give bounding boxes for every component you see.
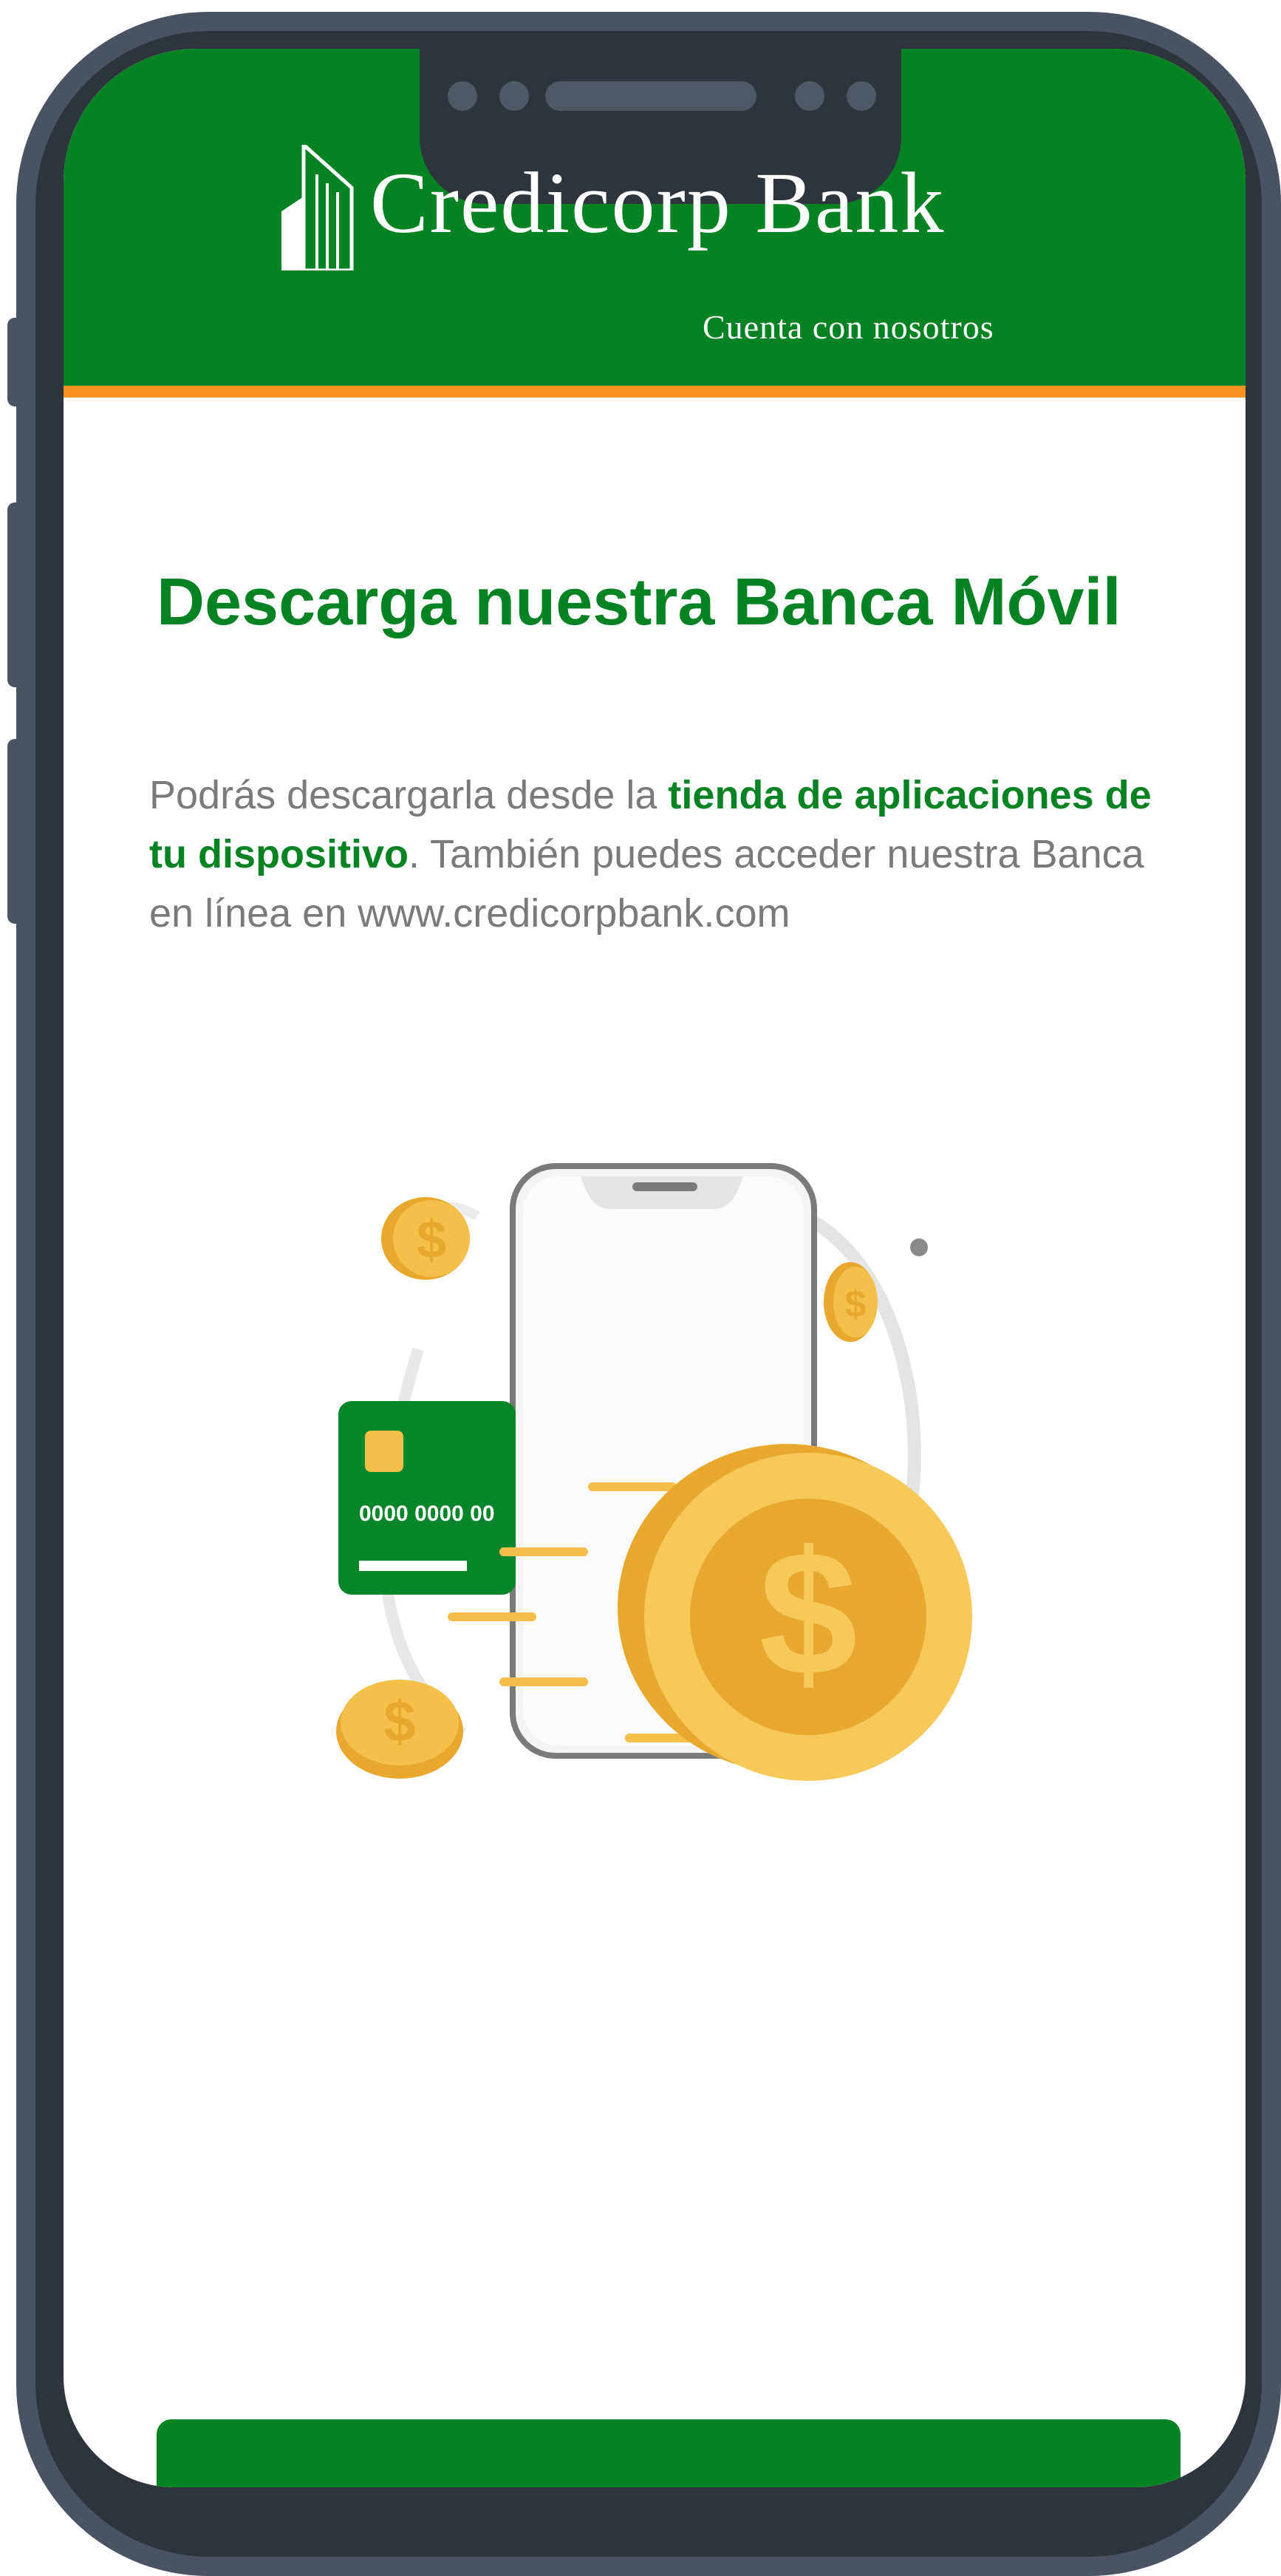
notch-sensor-dot bbox=[448, 81, 477, 111]
phone-volume-down-button bbox=[7, 739, 24, 924]
svg-text:$: $ bbox=[845, 1283, 867, 1326]
page-title: Descarga nuestra Banca Móvil bbox=[157, 565, 1121, 639]
phone-coins-card-illustration: 0000 0000 00 $ $ $ $ bbox=[336, 1163, 972, 1781]
brand-tagline: Cuenta con nosotros bbox=[703, 308, 994, 346]
phone-volume-up-button bbox=[7, 502, 24, 687]
building-icon bbox=[281, 145, 354, 270]
brand-name: Credicorp Bank bbox=[370, 154, 946, 251]
notch-camera-dot bbox=[847, 81, 876, 111]
brand-logo: Credicorp Bank Cuenta con nosotros bbox=[281, 145, 1094, 346]
finish-button[interactable]: Finalizar bbox=[157, 2419, 1181, 2487]
notch-camera-dot bbox=[795, 81, 824, 111]
notch-sensor-dot bbox=[499, 81, 529, 111]
card-number: 0000 0000 00 bbox=[359, 1502, 495, 1526]
header-accent-stripe bbox=[64, 386, 1246, 398]
svg-text:$: $ bbox=[383, 1689, 415, 1754]
svg-text:$: $ bbox=[759, 1514, 857, 1712]
description-text: Podrás descargarla desde la bbox=[149, 773, 669, 817]
phone-screen: Credicorp Bank Cuenta con nosotros Desca… bbox=[64, 49, 1246, 2487]
phone-silent-button bbox=[7, 318, 24, 406]
page-description: Podrás descargarla desde la tienda de ap… bbox=[149, 766, 1198, 943]
notch-speaker bbox=[545, 81, 756, 111]
app-header: Credicorp Bank Cuenta con nosotros bbox=[64, 49, 1246, 389]
svg-text:$: $ bbox=[417, 1210, 446, 1270]
